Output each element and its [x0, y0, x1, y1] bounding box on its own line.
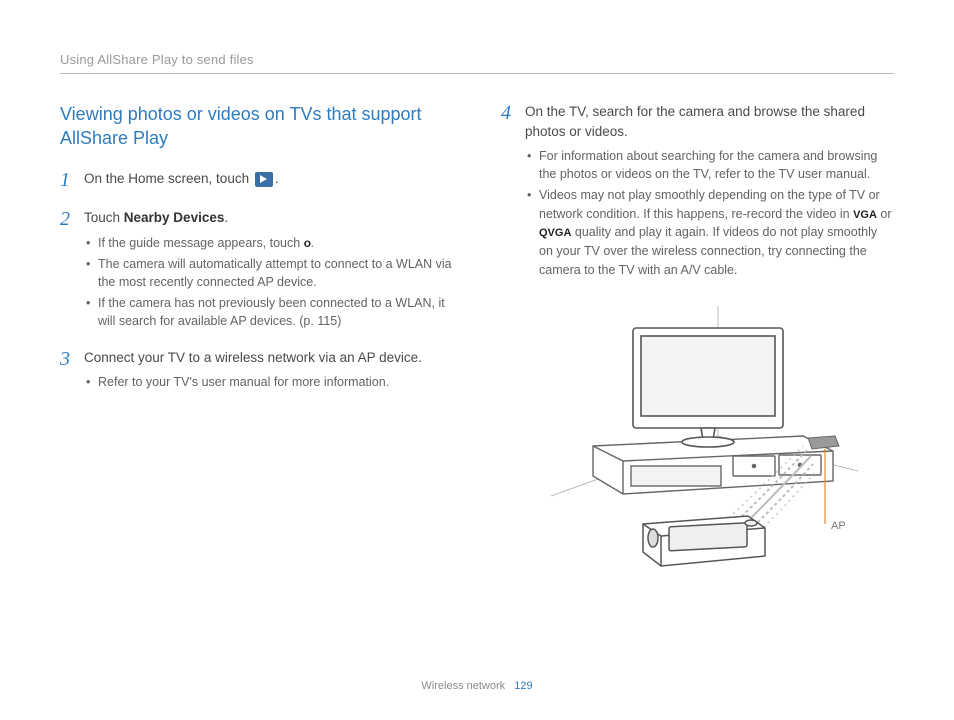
- connection-diagram: AP: [501, 306, 894, 576]
- bold-text: Nearby Devices: [124, 210, 225, 225]
- text: .: [224, 210, 228, 225]
- ok-icon: o: [304, 236, 311, 250]
- tv-icon: [633, 328, 783, 447]
- left-column: Viewing photos or videos on TVs that sup…: [60, 102, 453, 576]
- footer-section: Wireless network: [421, 680, 505, 692]
- allshare-play-icon: [255, 172, 273, 187]
- two-column-layout: Viewing photos or videos on TVs that sup…: [60, 102, 894, 576]
- running-head: Using AllShare Play to send files: [60, 52, 894, 67]
- page-footer: Wireless network 129: [0, 680, 954, 692]
- text: Touch: [84, 210, 124, 225]
- step-2: 2 Touch Nearby Devices. If the guide mes…: [60, 208, 453, 333]
- bullet: Refer to your TV's user manual for more …: [86, 373, 422, 391]
- step-1-text: On the Home screen, touch .: [84, 169, 279, 189]
- step-number: 3: [60, 348, 74, 395]
- camera-icon: [643, 516, 765, 566]
- step-number: 2: [60, 208, 74, 333]
- ap-label: AP: [831, 520, 846, 532]
- bullet: If the camera has not previously been co…: [86, 294, 453, 330]
- text: Videos may not play smoothly depending o…: [539, 188, 880, 220]
- step-2-text: Touch Nearby Devices.: [84, 208, 453, 228]
- step-2-bullets: If the guide message appears, touch o. T…: [84, 234, 453, 331]
- step-3: 3 Connect your TV to a wireless network …: [60, 348, 453, 395]
- step-4: 4 On the TV, search for the camera and b…: [501, 102, 894, 282]
- header-rule: [60, 73, 894, 74]
- step-3-bullets: Refer to your TV's user manual for more …: [84, 373, 422, 391]
- page-number: 129: [514, 680, 532, 692]
- text: or: [877, 207, 892, 221]
- qvga-label: QVGA: [539, 227, 571, 239]
- step-1: 1 On the Home screen, touch .: [60, 169, 453, 195]
- text: quality and play it again. If videos do …: [539, 225, 877, 276]
- manual-page: Using AllShare Play to send files Viewin…: [0, 0, 954, 720]
- step-4-text: On the TV, search for the camera and bro…: [525, 102, 894, 141]
- text: .: [275, 171, 279, 186]
- bullet: If the guide message appears, touch o.: [86, 234, 453, 252]
- step-4-bullets: For information about searching for the …: [525, 147, 894, 279]
- text: If the guide message appears, touch: [98, 236, 304, 250]
- step-number: 4: [501, 102, 515, 282]
- step-number: 1: [60, 169, 74, 195]
- bullet: Videos may not play smoothly depending o…: [527, 186, 894, 278]
- bullet: For information about searching for the …: [527, 147, 894, 183]
- diagram-svg: AP: [533, 306, 863, 576]
- bullet: The camera will automatically attempt to…: [86, 255, 453, 291]
- vga-label: VGA: [853, 209, 877, 221]
- text: On the Home screen, touch: [84, 171, 253, 186]
- text: .: [311, 236, 314, 250]
- section-title: Viewing photos or videos on TVs that sup…: [60, 102, 453, 151]
- step-3-text: Connect your TV to a wireless network vi…: [84, 348, 422, 368]
- right-column: 4 On the TV, search for the camera and b…: [501, 102, 894, 576]
